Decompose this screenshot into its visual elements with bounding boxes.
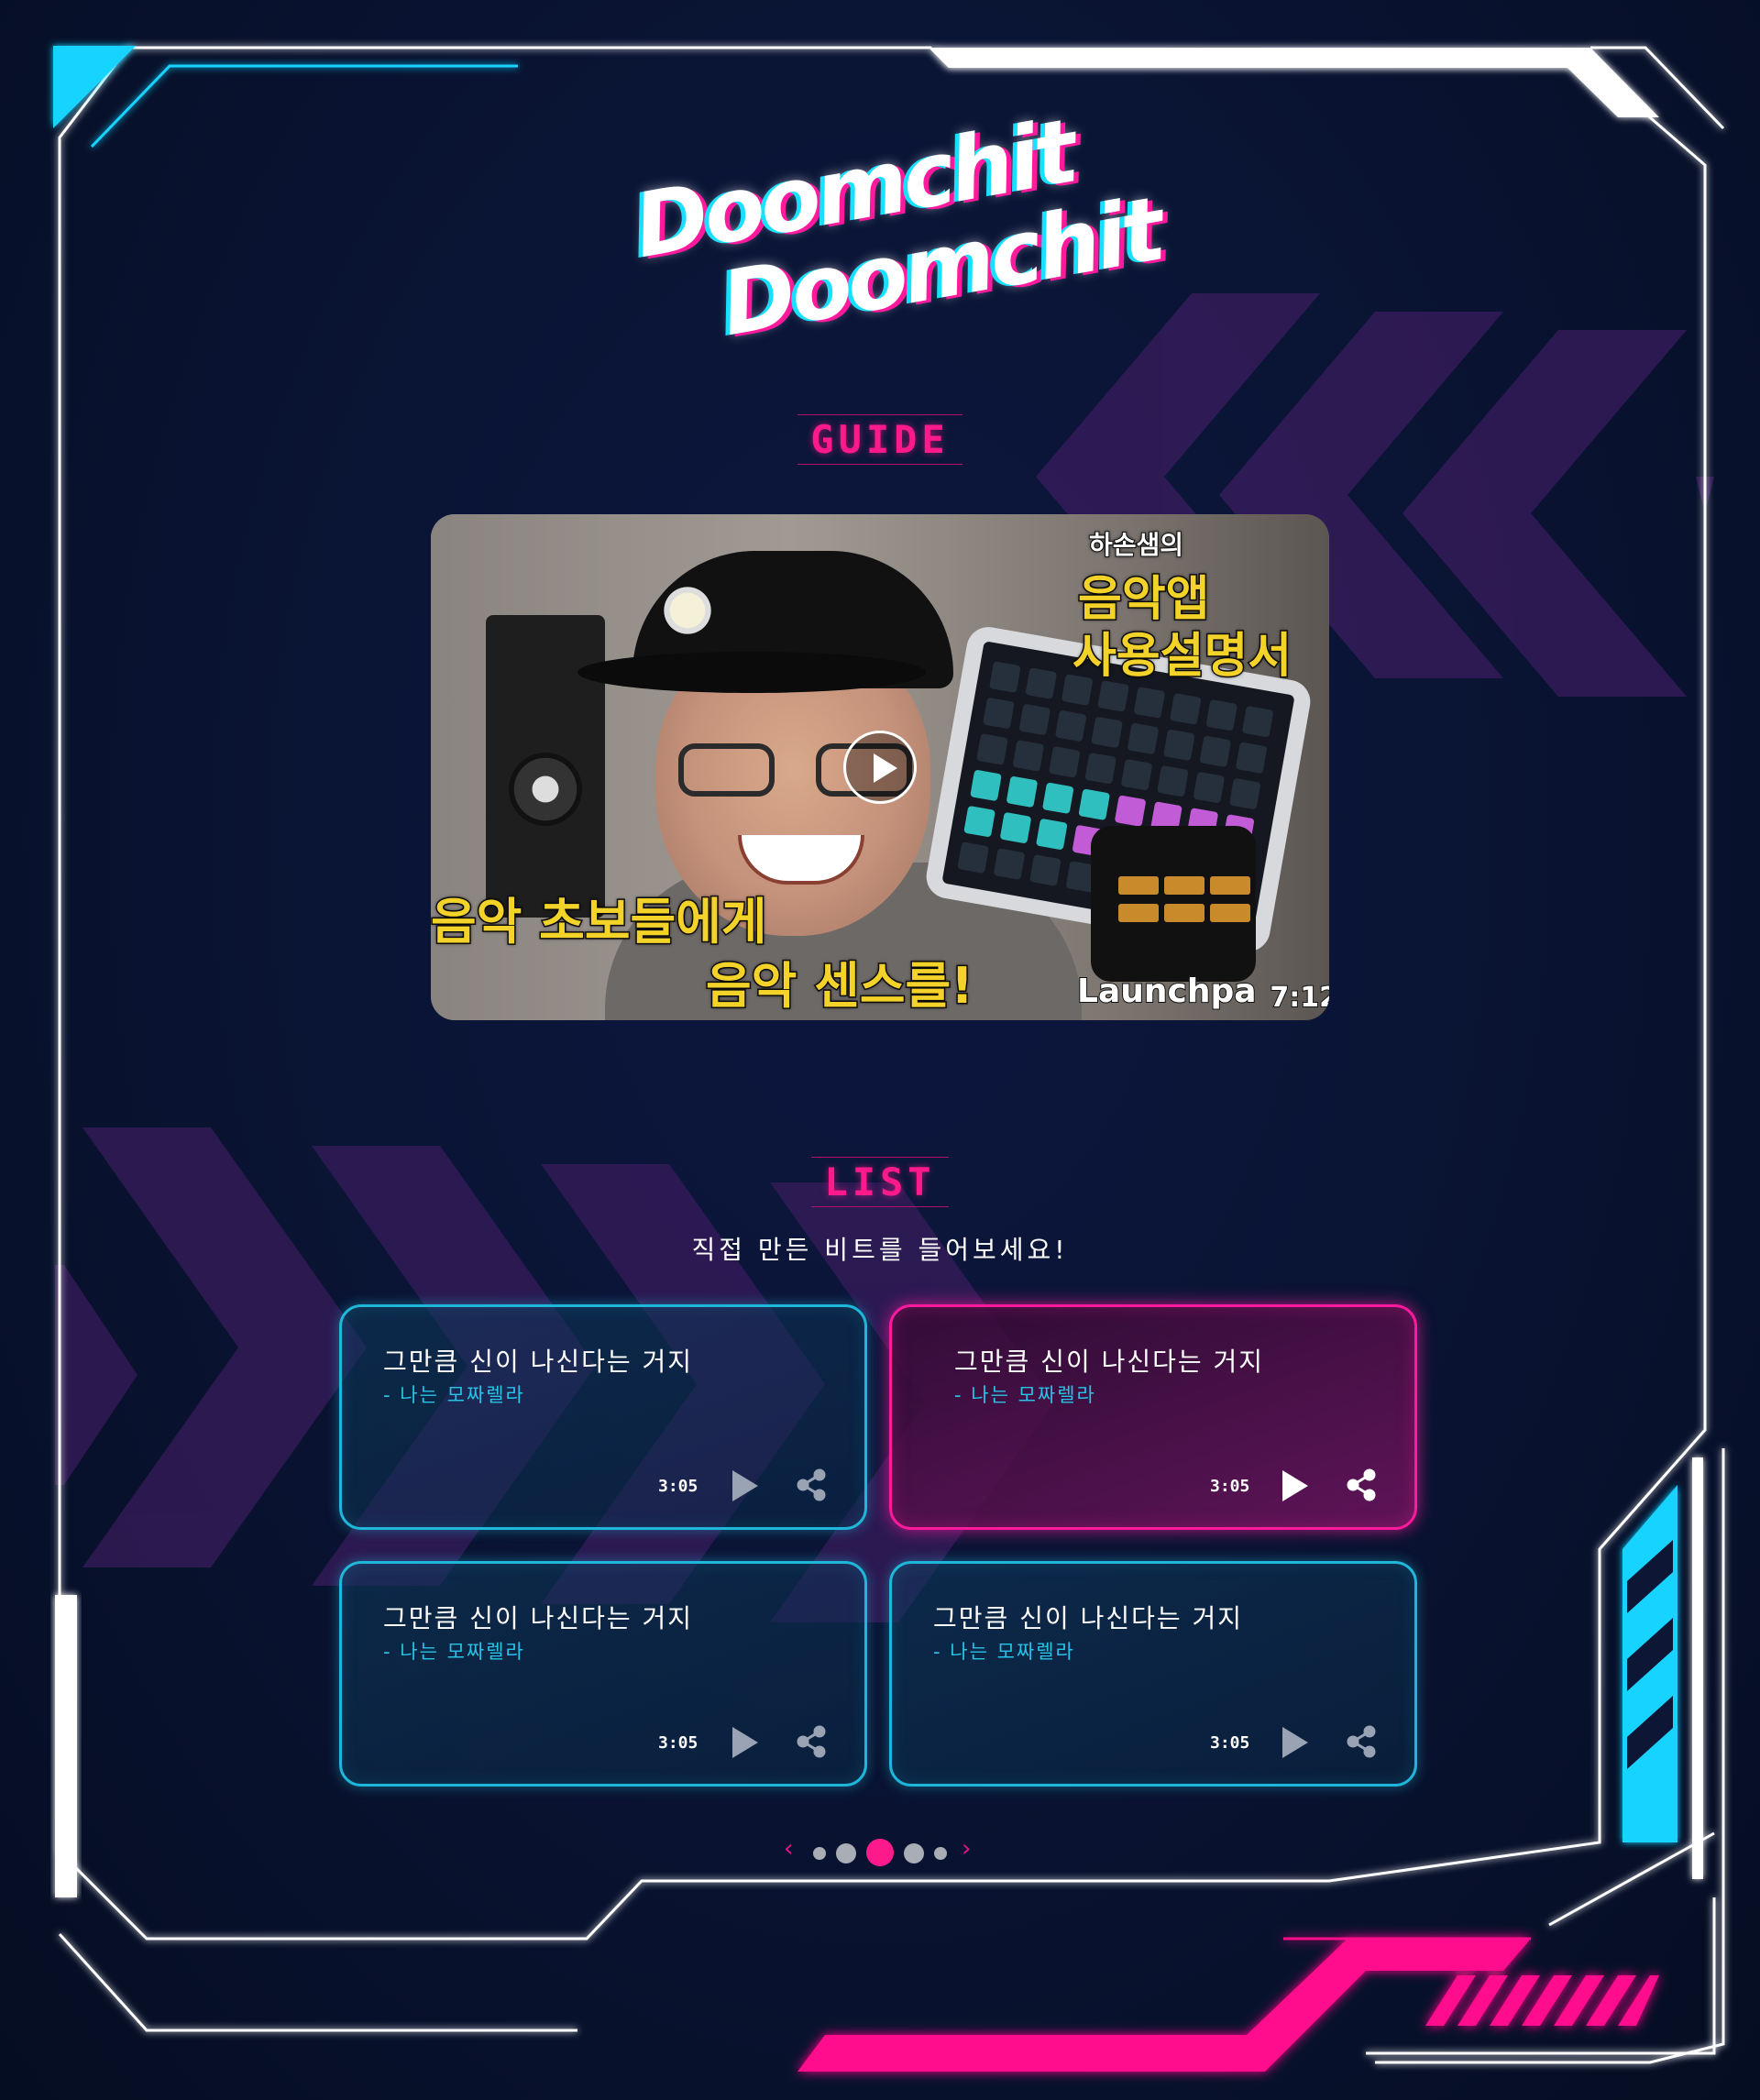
video-overlay-small: 하손샘의 bbox=[1088, 529, 1184, 561]
ipad-pad bbox=[1041, 782, 1074, 815]
track-duration: 3:05 bbox=[658, 1733, 698, 1753]
ipad-pad bbox=[993, 848, 1026, 880]
track-artist: - 나는 모짜렐라 bbox=[933, 1641, 1075, 1663]
page-dot-5[interactable] bbox=[934, 1847, 947, 1860]
page-dot-3-active[interactable] bbox=[866, 1839, 894, 1866]
track-duration: 3:05 bbox=[1210, 1477, 1250, 1496]
ipad-pad bbox=[1006, 775, 1039, 808]
guide-heading-text: GUIDE bbox=[798, 414, 962, 465]
track-card-active[interactable]: 그만큼 신이 나신다는 거지 - 나는 모짜렐라 3:05 bbox=[889, 1304, 1417, 1530]
ipad-pad bbox=[1084, 752, 1117, 785]
ipad-pad bbox=[1163, 729, 1195, 762]
ipad-pad bbox=[1048, 745, 1081, 778]
track-title: 그만큼 신이 나신다는 거지 bbox=[383, 1603, 694, 1633]
page-dot-2[interactable] bbox=[836, 1843, 856, 1864]
video-speaker-graphic bbox=[486, 615, 605, 918]
play-icon[interactable] bbox=[1277, 1725, 1308, 1760]
ipad-pad bbox=[983, 697, 1015, 730]
ipad-pad bbox=[1235, 742, 1268, 775]
track-title: 그만큼 신이 나신다는 거지 bbox=[383, 1347, 694, 1377]
play-icon[interactable] bbox=[727, 1468, 758, 1503]
ipad-pad bbox=[1169, 693, 1202, 725]
track-artist: - 나는 모짜렐라 bbox=[383, 1641, 525, 1663]
ipad-pad bbox=[1091, 716, 1123, 749]
doomchit-logo[interactable]: Doomchit Doomchit bbox=[627, 100, 1169, 367]
video-launchpad-icon bbox=[1091, 826, 1256, 982]
track-title: 그만큼 신이 나신다는 거지 bbox=[933, 1603, 1244, 1633]
video-caption-line-2: 음악 센스를! bbox=[705, 956, 975, 1017]
play-icon[interactable] bbox=[727, 1725, 758, 1760]
ipad-pad bbox=[1205, 698, 1238, 731]
ipad-pad bbox=[957, 841, 990, 874]
ipad-pad bbox=[1078, 788, 1111, 821]
ipad-pad bbox=[1054, 709, 1087, 742]
share-icon[interactable] bbox=[795, 1725, 828, 1758]
track-card[interactable]: 그만큼 신이 나신다는 거지 - 나는 모짜렐라 3:05 bbox=[339, 1304, 867, 1530]
list-heading: LIST bbox=[0, 1157, 1760, 1207]
ipad-pad bbox=[1018, 703, 1051, 736]
track-artist: - 나는 모짜렐라 bbox=[954, 1384, 1096, 1406]
play-icon[interactable] bbox=[1277, 1468, 1308, 1503]
ipad-pad bbox=[1199, 735, 1232, 768]
ipad-pad bbox=[1012, 740, 1045, 772]
ipad-pad bbox=[999, 811, 1032, 844]
video-cap-brim-graphic bbox=[578, 652, 926, 693]
guide-video[interactable]: 하손샘의 음악앱 사용설명서 음악 초보들에게 음악 센스를! Launchpa… bbox=[431, 514, 1329, 1020]
chevron-right-icon[interactable]: › bbox=[962, 1835, 971, 1863]
pagination: ‹ › bbox=[784, 1833, 976, 1870]
guide-heading: GUIDE bbox=[0, 414, 1760, 465]
ipad-pad bbox=[963, 805, 996, 838]
ipad-pad bbox=[1157, 764, 1189, 797]
page-dot-4[interactable] bbox=[904, 1843, 924, 1864]
video-brand-text: Launchpa bbox=[1076, 972, 1258, 1011]
share-icon[interactable] bbox=[1345, 1725, 1378, 1758]
ipad-pad bbox=[970, 769, 1002, 802]
ipad-pad bbox=[1133, 687, 1166, 719]
video-cap-logo-graphic bbox=[660, 583, 715, 638]
track-title: 그만큼 신이 나신다는 거지 bbox=[954, 1347, 1265, 1377]
list-subtitle: 직접 만든 비트를 들어보세요! bbox=[691, 1235, 1069, 1265]
ipad-pad bbox=[1025, 667, 1058, 699]
list-heading-text: LIST bbox=[811, 1157, 949, 1207]
ipad-pad bbox=[1127, 722, 1160, 755]
track-card[interactable]: 그만큼 신이 나신다는 거지 - 나는 모짜렐라 3:05 bbox=[889, 1561, 1417, 1787]
play-circle-icon[interactable] bbox=[843, 731, 917, 804]
ipad-pad bbox=[1193, 771, 1226, 804]
ipad-pad bbox=[1228, 777, 1261, 810]
ipad-pad bbox=[976, 733, 1008, 765]
video-duration: 7:12 bbox=[1269, 981, 1329, 1015]
video-overlay-line-2: 사용설명서 bbox=[1071, 628, 1292, 686]
track-duration: 3:05 bbox=[1210, 1733, 1250, 1753]
track-card[interactable]: 그만큼 신이 나신다는 거지 - 나는 모짜렐라 3:05 bbox=[339, 1561, 867, 1787]
page-dot-1[interactable] bbox=[813, 1847, 826, 1860]
ipad-pad bbox=[1114, 795, 1147, 828]
video-caption-line-1: 음악 초보들에게 bbox=[431, 892, 768, 952]
track-duration: 3:05 bbox=[658, 1477, 698, 1496]
share-icon[interactable] bbox=[795, 1468, 828, 1501]
track-artist: - 나는 모짜렐라 bbox=[383, 1384, 525, 1406]
ipad-pad bbox=[1035, 818, 1068, 851]
ipad-pad bbox=[988, 661, 1021, 694]
ipad-pad bbox=[1120, 758, 1153, 791]
share-icon[interactable] bbox=[1345, 1468, 1378, 1501]
chevron-left-icon[interactable]: ‹ bbox=[784, 1835, 793, 1863]
ipad-pad bbox=[1241, 705, 1274, 738]
ipad-pad bbox=[1029, 854, 1062, 886]
